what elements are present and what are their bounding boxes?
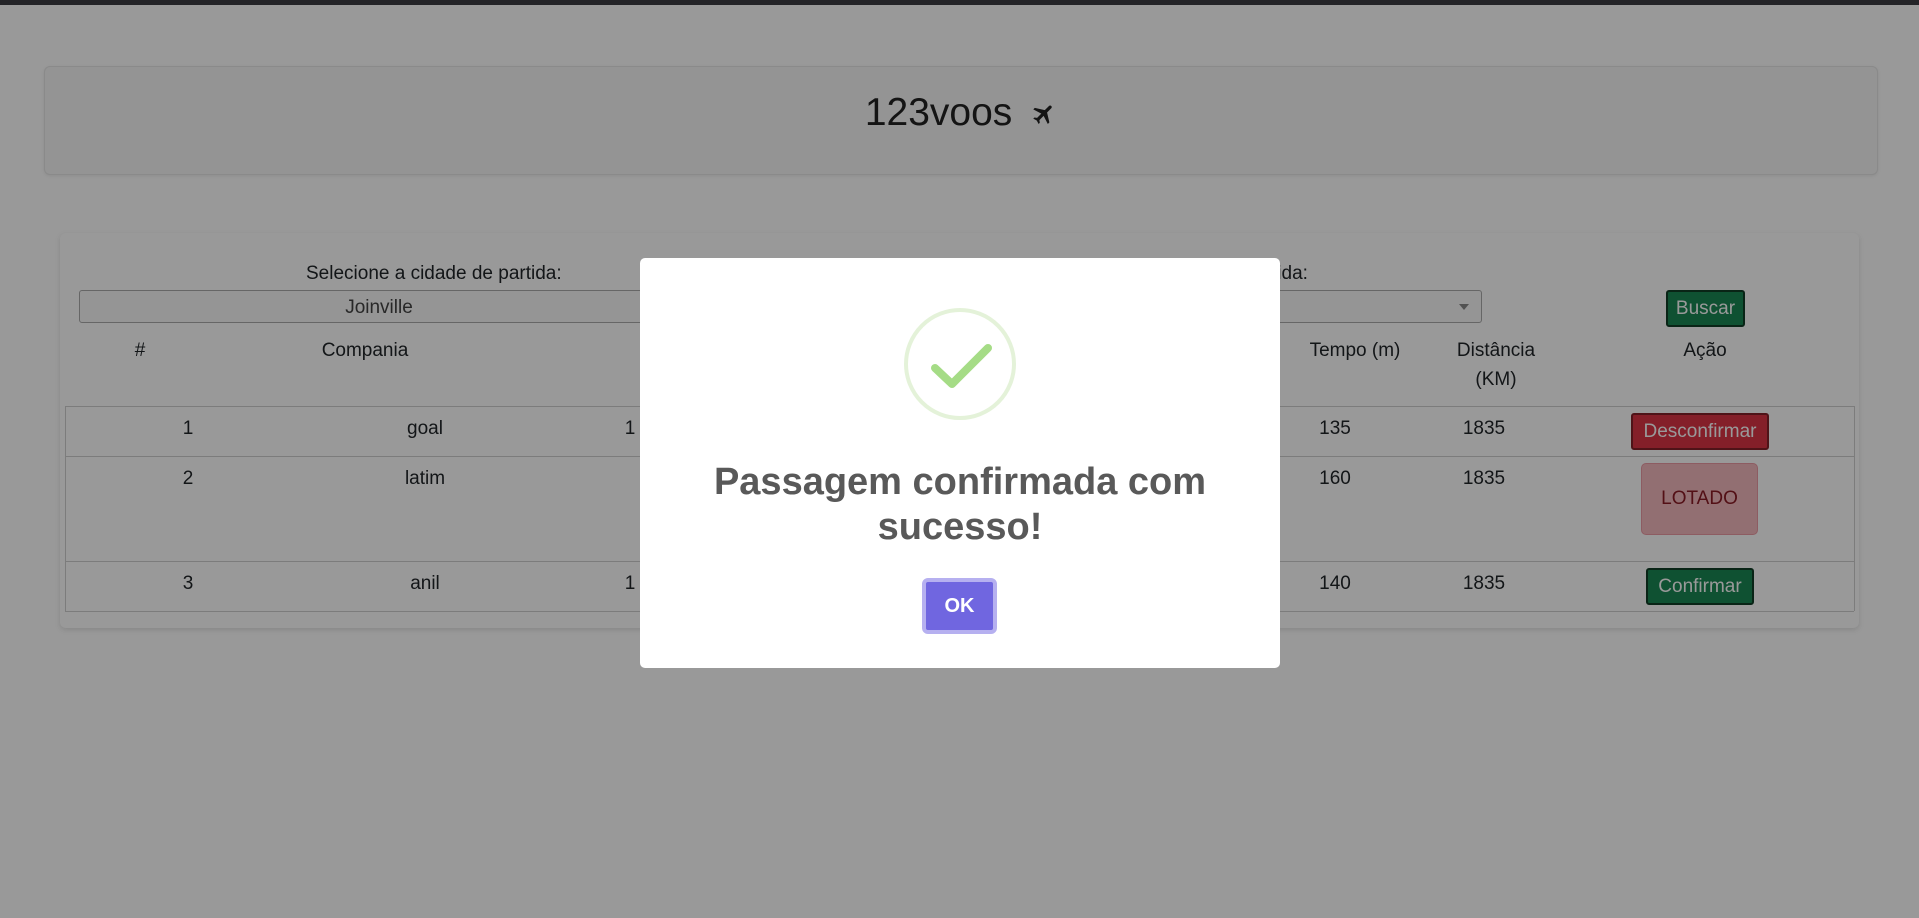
dialog-title: Passagem confirmada com sucesso!	[713, 461, 1207, 548]
success-check-icon	[904, 308, 1016, 420]
success-dialog: Passagem confirmada com sucesso! OK	[640, 258, 1280, 668]
ok-button[interactable]: OK	[922, 578, 997, 634]
